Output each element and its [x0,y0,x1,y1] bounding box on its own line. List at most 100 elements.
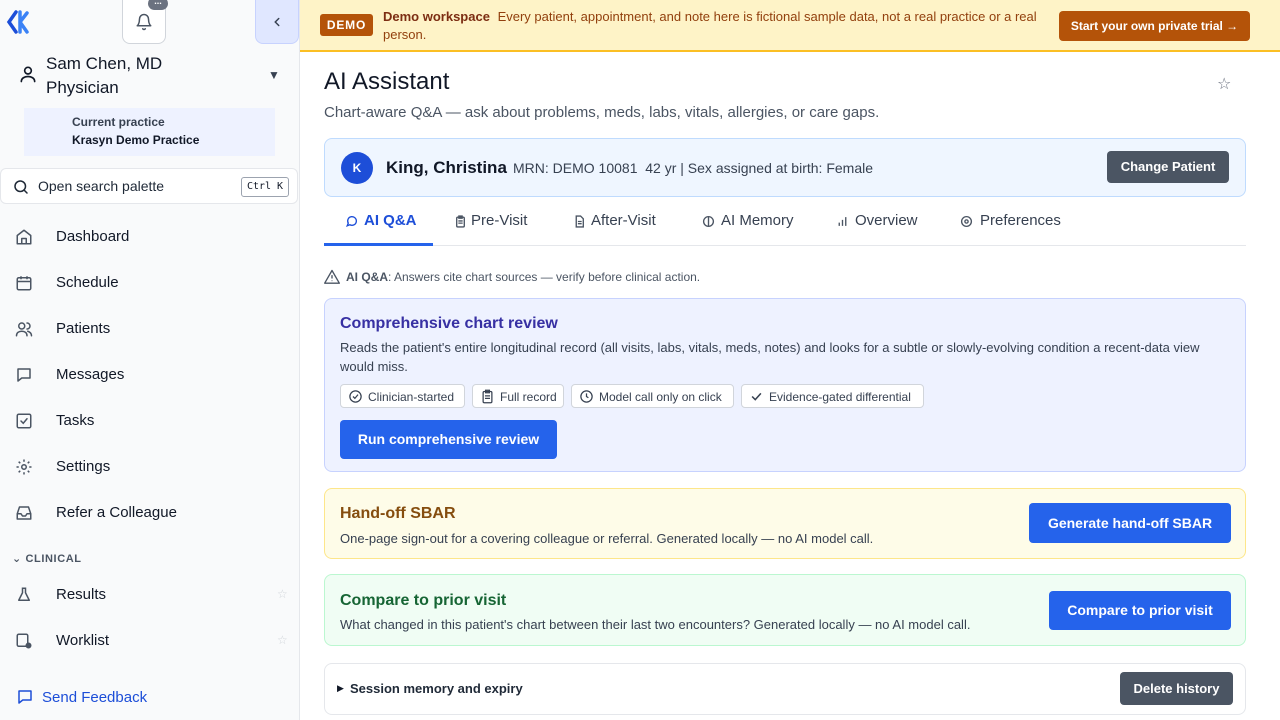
favorite-star-icon[interactable]: ☆ [1217,74,1231,94]
sidebar-item-label: Patients [56,320,111,337]
sidebar-item-patients[interactable]: Patients [0,309,298,349]
search-icon [14,180,28,194]
tab-pre-visit[interactable]: Pre-Visit [454,198,554,246]
card-title: Compare to prior visit [340,592,507,609]
checkbox-icon [16,413,32,429]
disclaimer-text: : Answers cite chart sources — verify be… [388,270,701,284]
clipboard-icon [482,389,493,404]
patient-meta: MRN: DEMO 10081 42 yr | Sex assigned at … [513,160,874,176]
clock-icon [580,390,593,403]
sbar-card: Hand-off SBAR One-page sign-out for a co… [324,488,1246,559]
send-feedback-link[interactable]: Send Feedback [16,688,147,708]
sidebar-item-label: Refer a Colleague [56,504,177,521]
banner-title: Demo workspace [383,9,490,24]
users-icon [15,322,33,337]
home-icon [16,229,32,245]
sidebar-item-tasks[interactable]: Tasks [0,401,298,441]
sidebar-item-results[interactable]: Results ☆ [0,575,298,615]
user-name: Sam Chen, MD [46,54,163,73]
disclaimer-label: AI Q&A [346,270,388,284]
patient-name: King, Christina [386,158,507,177]
feedback-icon [18,690,32,704]
chip-label: Model call only on click [599,390,722,404]
sidebar-item-schedule[interactable]: Schedule [0,263,298,303]
sidebar-item-worklist[interactable]: Worklist ☆ [0,621,298,661]
tab-label: AI Memory [721,212,794,229]
expand-triangle-icon: ▶ [337,683,344,693]
sidebar-item-label: Tasks [56,412,95,429]
clipboard-icon [456,215,465,228]
check-icon [751,392,762,401]
tab-ai-memory[interactable]: AI Memory [702,198,822,246]
chat-icon [345,216,357,228]
sidebar: ... Sam Chen, MD Physician ▼ Current pra… [0,0,300,720]
gear-icon [960,215,973,228]
favorite-star-icon[interactable]: ☆ [277,587,288,601]
tab-label: Pre-Visit [471,212,528,229]
tab-ai-qa[interactable]: AI Q&A [324,198,433,246]
session-memory-panel[interactable]: ▶ Session memory and expiry Delete histo… [324,663,1246,715]
collapse-sidebar-button[interactable] [255,0,299,44]
app-logo[interactable] [6,8,30,36]
sidebar-item-label: Dashboard [56,228,130,245]
chip-clinician-started: Clinician-started [340,384,465,408]
page-subtitle: Chart-aware Q&A — ask about problems, me… [324,104,880,121]
chip-label: Clinician-started [368,390,455,404]
sidebar-item-refer[interactable]: Refer a Colleague [0,493,298,533]
tab-label: After-Visit [591,212,656,229]
chip-full-record: Full record [472,384,564,408]
card-title: Comprehensive chart review [340,315,558,332]
start-trial-button[interactable]: Start your own private trial → [1059,11,1250,41]
tab-overview[interactable]: Overview [836,198,936,246]
bell-icon [136,13,152,30]
card-description: Reads the patient's entire longitudinal … [340,340,1200,374]
banner-message: Demo workspace Every patient, appointmen… [383,8,1048,44]
section-label: CLINICAL [25,553,82,565]
chip-label: Full record [500,390,557,404]
keyboard-shortcut: Ctrl K [241,177,289,197]
tab-after-visit[interactable]: After-Visit [573,198,683,246]
user-role: Physician [46,78,119,97]
change-patient-button[interactable]: Change Patient [1107,151,1229,183]
chip-label: Evidence-gated differential [769,390,911,404]
check-circle-icon [349,390,362,403]
practice-name: Krasyn Demo Practice [72,133,200,147]
chip-model-call: Model call only on click [571,384,734,408]
run-review-button[interactable]: Run comprehensive review [340,420,557,459]
chevron-left-icon [274,17,280,26]
compare-prior-button[interactable]: Compare to prior visit [1049,591,1231,630]
brain-icon [702,215,715,228]
patient-banner: K King, Christina MRN: DEMO 10081 42 yr … [324,138,1246,197]
card-title: Hand-off SBAR [340,505,456,522]
sidebar-item-dashboard[interactable]: Dashboard [0,217,298,257]
calendar-icon [16,276,32,291]
sidebar-item-messages[interactable]: Messages [0,355,298,395]
main-content: AI Assistant ☆ Chart-aware Q&A — ask abo… [300,52,1280,720]
tab-label: Preferences [980,212,1061,229]
session-label: Session memory and expiry [350,681,523,696]
generate-sbar-button[interactable]: Generate hand-off SBAR [1029,503,1231,543]
tab-preferences[interactable]: Preferences [960,198,1090,246]
sidebar-item-label: Settings [56,458,111,475]
tab-label: Overview [855,212,918,229]
search-palette-button[interactable]: Open search palette Ctrl K [0,168,298,204]
demo-badge: DEMO [320,14,373,36]
tab-bar: AI Q&A Pre-Visit After-Visit AI Memory O… [324,198,1246,246]
delete-history-button[interactable]: Delete history [1120,672,1233,705]
comprehensive-review-card: Comprehensive chart review Reads the pat… [324,298,1246,472]
favorite-star-icon[interactable]: ☆ [277,633,288,647]
sidebar-item-settings[interactable]: Settings [0,447,298,487]
current-practice: Current practice Krasyn Demo Practice [24,108,275,156]
warning-icon [324,269,340,284]
demo-banner: DEMO Demo workspace Every patient, appoi… [300,0,1280,52]
practice-label: Current practice [72,115,165,129]
section-heading-clinical[interactable]: ⌄ CLINICAL [12,552,82,565]
user-menu[interactable]: Sam Chen, MD Physician ▼ [18,50,288,100]
worklist-icon [16,633,32,649]
user-icon [20,66,36,83]
search-placeholder: Open search palette [38,178,165,194]
page-title: AI Assistant [324,68,450,95]
flask-icon [18,587,30,601]
message-icon [17,368,31,382]
sidebar-item-label: Messages [56,366,125,383]
